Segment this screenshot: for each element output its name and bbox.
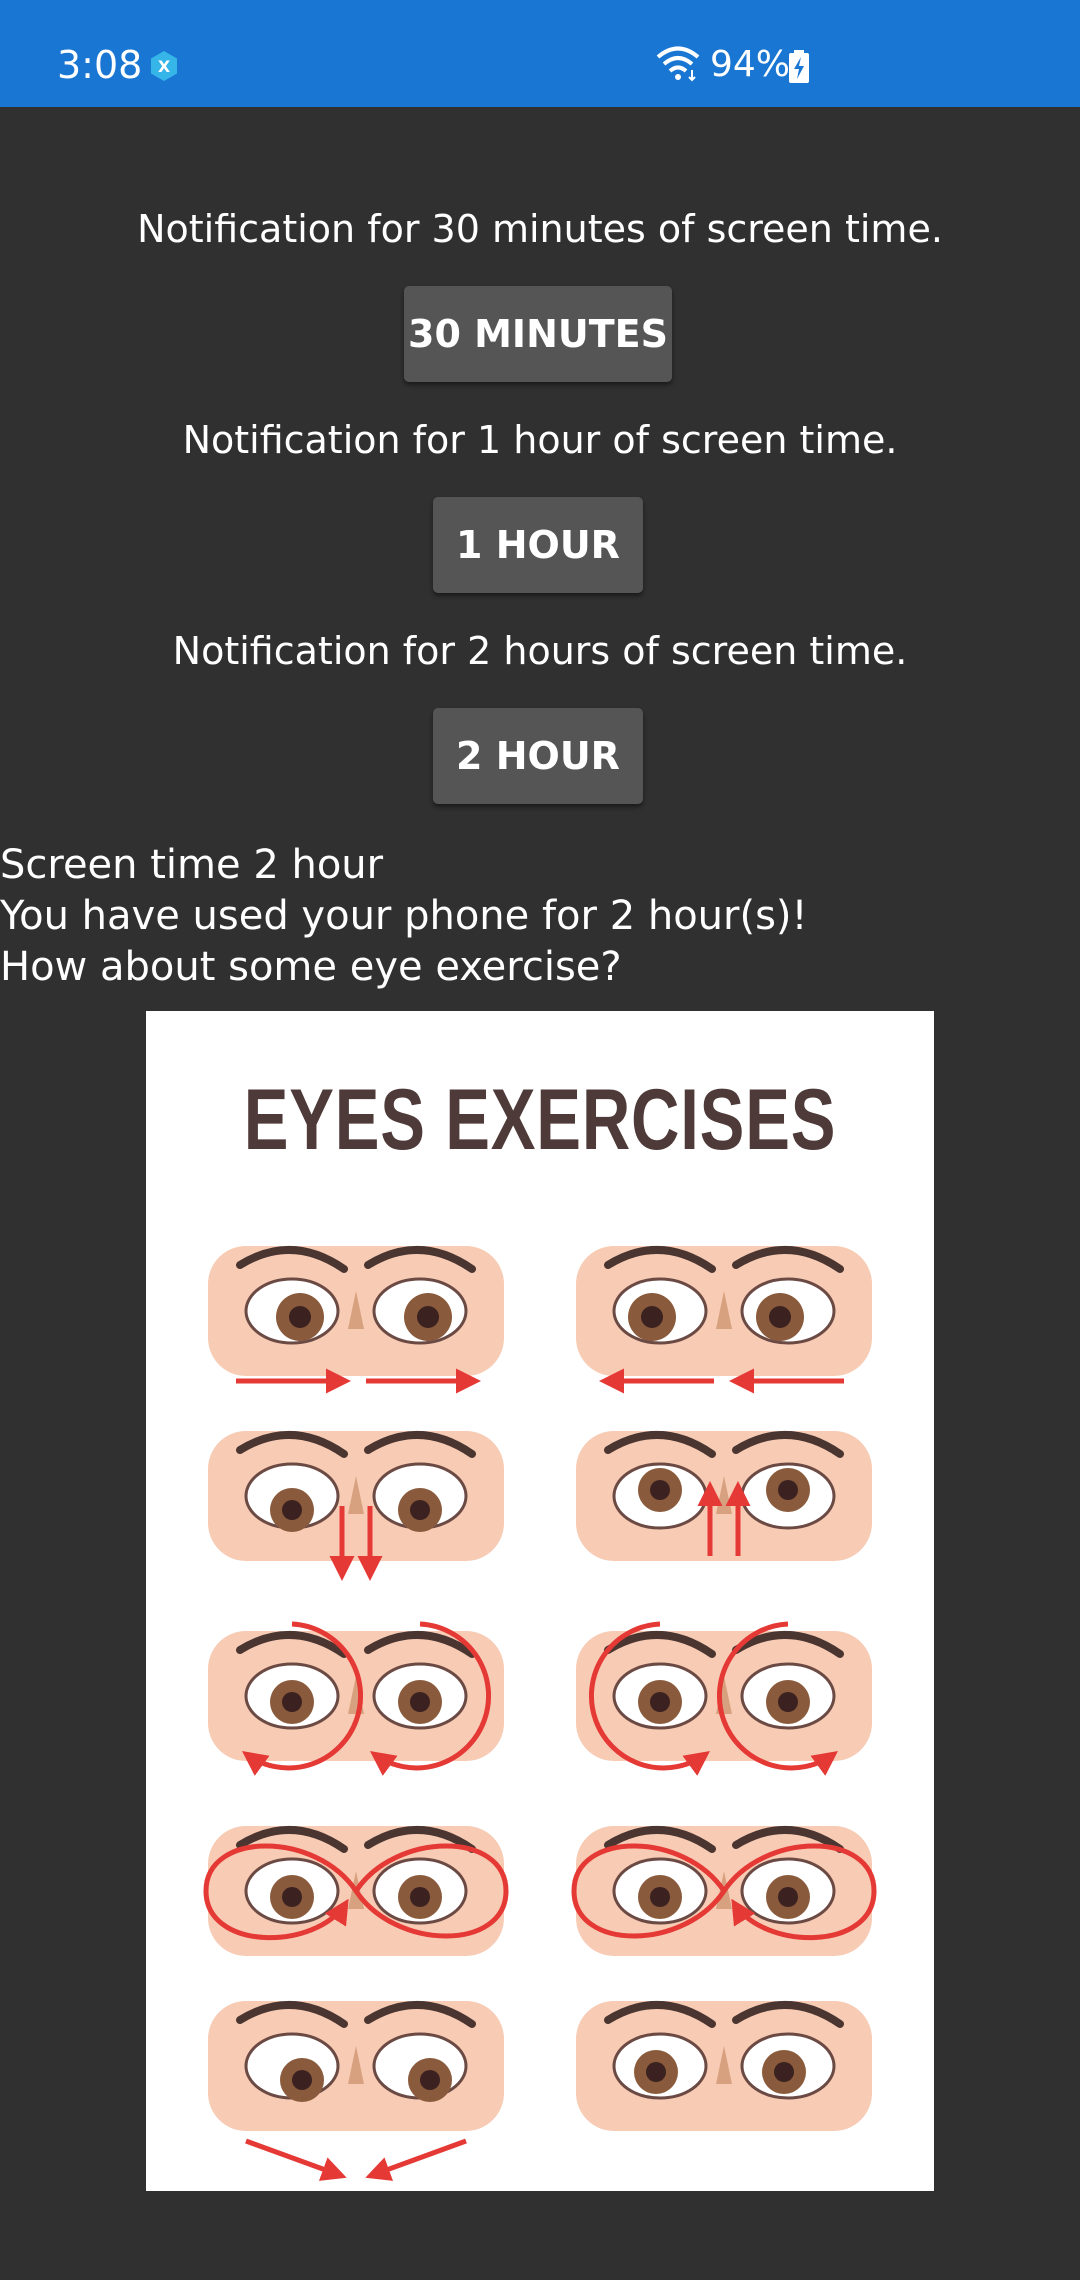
battery-charging-icon xyxy=(789,50,809,83)
status-time: 3:08 xyxy=(57,43,143,87)
wifi-icon xyxy=(656,46,700,82)
exercise-look-up xyxy=(576,1431,872,1561)
exercise-look-down xyxy=(208,1431,504,1581)
app-notification-icon: X xyxy=(151,51,177,81)
exercise-figure-eight-left xyxy=(571,1826,877,1956)
2-hour-button[interactable]: 2 HOUR xyxy=(433,708,643,804)
exercise-circles-counterclockwise xyxy=(576,1621,872,1776)
30-minutes-button[interactable]: 30 MINUTES xyxy=(404,286,672,382)
1-hour-button[interactable]: 1 HOUR xyxy=(433,497,643,593)
exercise-figure-eight-right xyxy=(203,1826,509,1956)
exercise-look-sideways-right xyxy=(208,1246,504,1394)
exercise-look-down-inward xyxy=(208,2001,504,2181)
eye-exercise-illustrations xyxy=(203,1011,877,2181)
option-2hour-description: Notification for 2 hours of screen time. xyxy=(172,629,908,673)
message-title: Screen time 2 hour xyxy=(0,842,384,888)
battery-level: 94% xyxy=(710,44,791,85)
option-30min-description: Notification for 30 minutes of screen ti… xyxy=(137,207,943,251)
eye-exercises-image: EYES EXERCISES xyxy=(146,1011,934,2191)
exercise-look-sideways-left xyxy=(576,1246,872,1394)
status-bar: 3:08 X 94% xyxy=(0,0,1080,107)
message-body: You have used your phone for 2 hour(s)! xyxy=(0,893,808,939)
exercise-circles-clockwise xyxy=(208,1621,504,1776)
exercise-look-straight xyxy=(576,2001,872,2131)
message-prompt: How about some eye exercise? xyxy=(0,944,622,990)
svg-text:X: X xyxy=(158,57,171,76)
option-1hour-description: Notification for 1 hour of screen time. xyxy=(182,418,898,462)
